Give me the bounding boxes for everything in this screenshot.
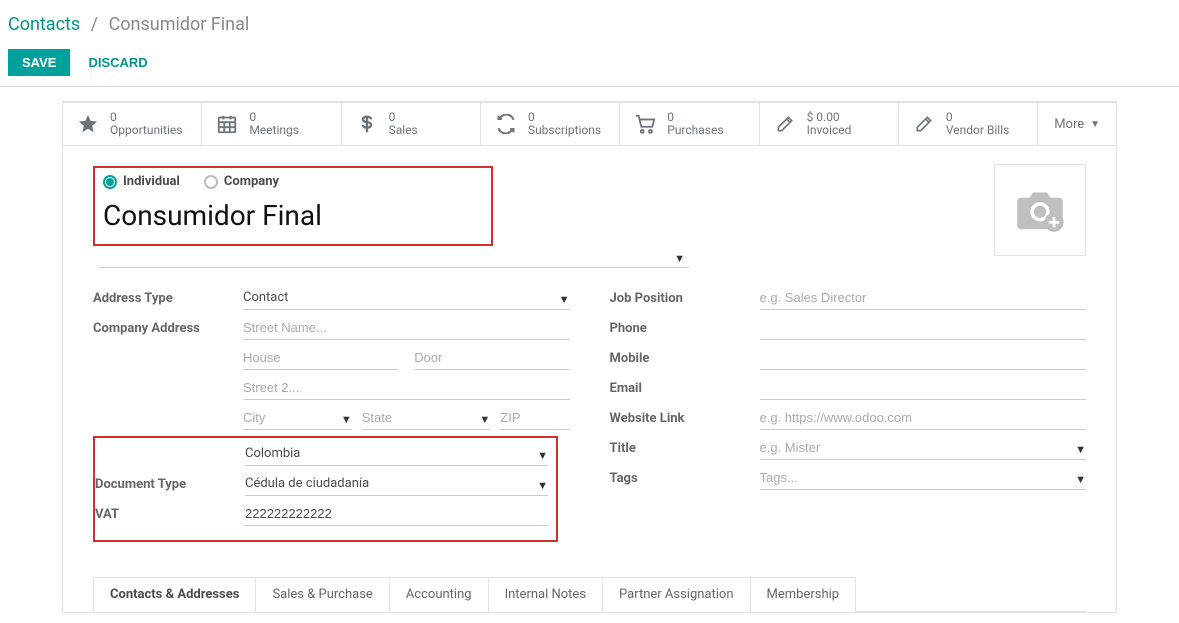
website-input[interactable] [760,406,1087,430]
mobile-input[interactable] [760,346,1087,370]
avatar-upload[interactable] [994,164,1086,256]
zip-input[interactable] [500,406,569,430]
address-type-select[interactable]: Contact ▼ [243,286,570,310]
tags-label: Tags [610,466,760,486]
tags-input[interactable] [760,466,1087,490]
form-card: 0 Opportunities 0 Meetings 0 Sales [62,101,1117,613]
camera-plus-icon [1012,186,1068,234]
stat-opportunities-label: Opportunities [110,124,182,137]
address-type-value: Contact [243,286,570,310]
stat-subscriptions-label: Subscriptions [528,124,601,137]
document-type-label: Document Type [95,472,245,492]
tab-partner-assignation[interactable]: Partner Assignation [602,577,751,612]
radio-company[interactable]: Company [204,174,279,189]
highlight-name-section: Individual Company Consumidor Final [93,166,493,246]
tags-select[interactable]: ▼ [760,466,1087,490]
country-select[interactable]: Colombia ▼ [245,442,548,466]
country-value: Colombia [245,442,548,466]
mobile-label: Mobile [610,346,760,366]
title-label: Title [610,436,760,456]
stat-meetings[interactable]: 0 Meetings [202,103,341,145]
discard-button[interactable]: DISCARD [74,49,161,76]
company-type-radios: Individual Company [101,174,485,189]
email-input[interactable] [760,376,1087,400]
fields-grid: Address Type Contact ▼ Company Address [93,286,1086,542]
more-button[interactable]: More ▼ [1038,103,1116,145]
phone-input[interactable] [760,316,1087,340]
more-label: More [1054,117,1084,132]
stat-invoiced[interactable]: $ 0.00 Invoiced [760,103,899,145]
radio-dot-icon [204,175,218,189]
company-dropdown[interactable]: ▼ [99,252,689,268]
company-address-label: Company Address [93,316,243,336]
address-type-label: Address Type [93,286,243,306]
stat-vendor-bills-label: Vendor Bills [946,124,1009,137]
breadcrumb-root[interactable]: Contacts [8,14,80,35]
stat-purchases-label: Purchases [667,124,723,137]
cart-icon [632,113,658,135]
stat-sales-label: Sales [389,124,418,137]
vat-input[interactable] [245,502,548,526]
city-select[interactable]: ▼ [243,406,352,430]
radio-dot-icon [103,175,117,189]
highlight-vat-section: . Colombia ▼ Document Type Cédula de ciu… [93,436,558,542]
house-input[interactable] [243,346,398,370]
caret-down-icon: ▼ [1090,119,1100,130]
stat-vendor-bills[interactable]: 0 Vendor Bills [899,103,1038,145]
email-label: Email [610,376,760,396]
document-type-value: Cédula de ciudadanía [245,472,548,496]
street-input[interactable] [243,316,570,340]
star-icon [75,113,101,135]
title-select[interactable]: ▼ [760,436,1087,460]
radio-individual-label: Individual [123,174,180,189]
vat-label: VAT [95,502,245,522]
notebook-tabs: Contacts & Addresses Sales & Purchase Ac… [93,576,1086,611]
job-position-label: Job Position [610,286,760,306]
city-input[interactable] [243,406,352,430]
stat-purchases[interactable]: 0 Purchases [620,103,759,145]
stat-meetings-label: Meetings [249,124,299,137]
phone-label: Phone [610,316,760,336]
state-select[interactable]: ▼ [362,406,491,430]
edit-icon [911,114,937,134]
stat-sales[interactable]: 0 Sales [342,103,481,145]
dollar-icon [354,113,380,135]
right-column: Job Position Phone Mobile [610,286,1087,542]
breadcrumb: Contacts / Consumidor Final [0,0,1179,43]
edit-icon [772,114,798,134]
contact-name[interactable]: Consumidor Final [101,197,485,234]
state-input[interactable] [362,406,491,430]
tab-sales-purchase[interactable]: Sales & Purchase [255,577,389,612]
tab-contacts-addresses[interactable]: Contacts & Addresses [93,577,256,612]
radio-individual[interactable]: Individual [103,174,180,189]
stat-opportunities[interactable]: 0 Opportunities [63,103,202,145]
save-button[interactable]: SAVE [8,49,70,76]
stat-invoiced-label: Invoiced [807,124,852,137]
tab-membership[interactable]: Membership [750,577,857,612]
breadcrumb-separator: / [85,14,104,35]
action-row: SAVE DISCARD [0,43,1179,86]
form-body: Individual Company Consumidor Final ▼ Ad… [63,146,1116,552]
refresh-icon [493,114,519,134]
calendar-icon [214,113,240,135]
breadcrumb-current: Consumidor Final [109,14,250,35]
radio-company-label: Company [224,174,279,189]
tab-accounting[interactable]: Accounting [389,577,489,612]
left-column: Address Type Contact ▼ Company Address [93,286,570,542]
door-input[interactable] [414,346,569,370]
job-position-input[interactable] [760,286,1087,310]
website-label: Website Link [610,406,760,426]
title-input[interactable] [760,436,1087,460]
stat-subscriptions[interactable]: 0 Subscriptions [481,103,620,145]
caret-down-icon: ▼ [674,252,689,267]
street2-input[interactable] [243,376,570,400]
divider [0,86,1179,87]
stat-buttons: 0 Opportunities 0 Meetings 0 Sales [63,103,1116,146]
tab-internal-notes[interactable]: Internal Notes [488,577,603,612]
document-type-select[interactable]: Cédula de ciudadanía ▼ [245,472,548,496]
